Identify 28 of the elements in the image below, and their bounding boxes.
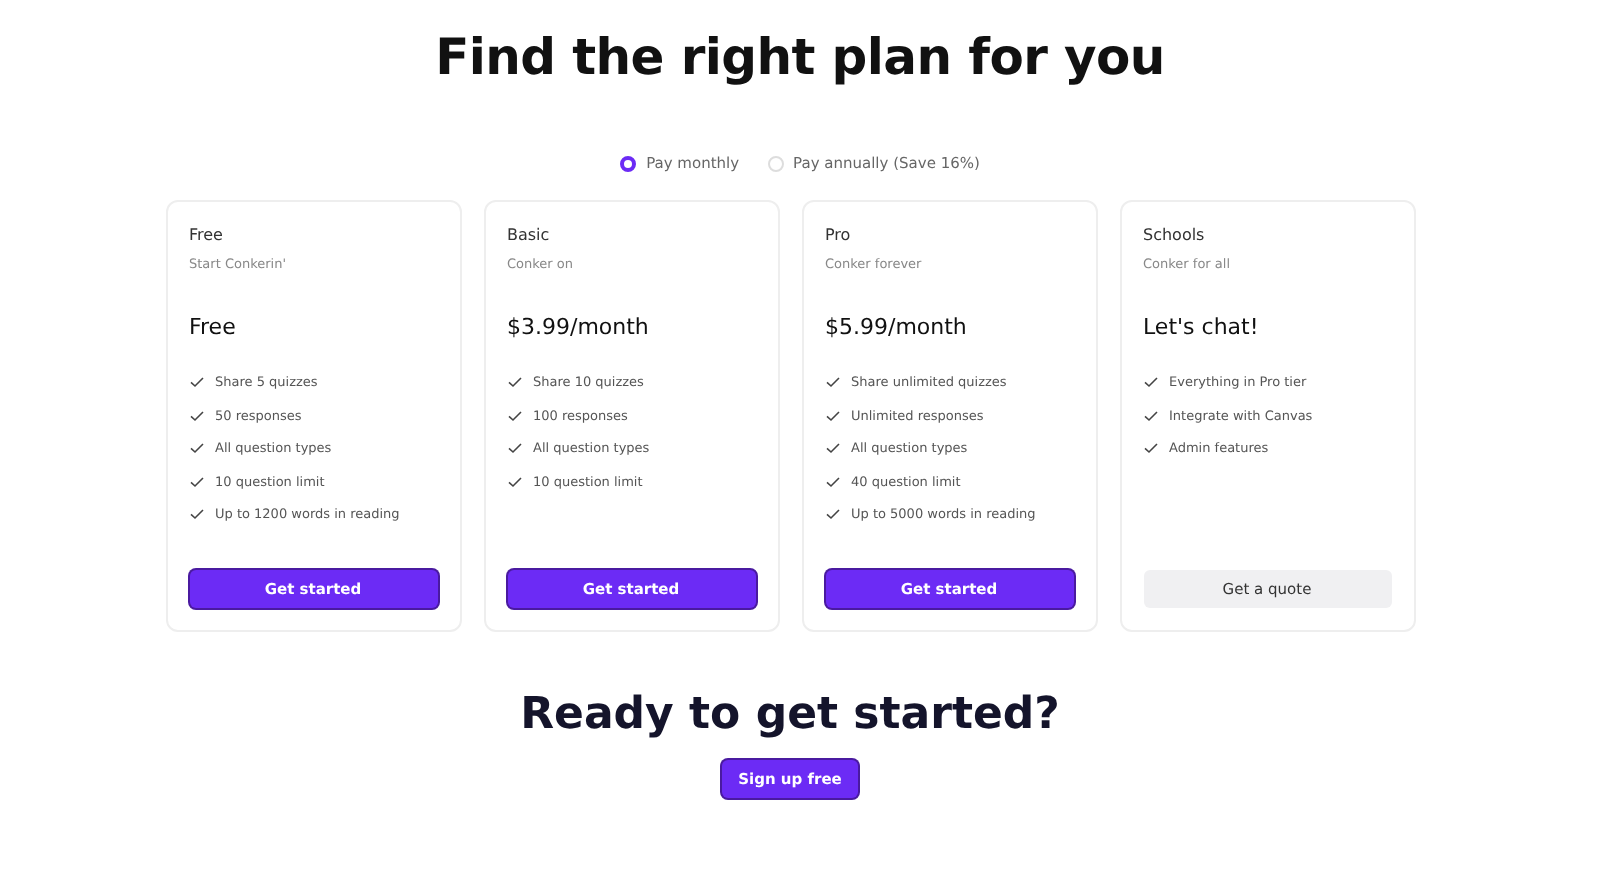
- check-icon: [825, 409, 839, 421]
- check-icon: [189, 508, 203, 520]
- check-icon: [507, 442, 521, 454]
- check-icon: [1143, 376, 1157, 388]
- check-icon: [507, 409, 521, 421]
- check-icon: [189, 475, 203, 487]
- check-icon: [1143, 442, 1157, 454]
- plan-name: Basic: [507, 226, 552, 244]
- radio-button[interactable]: [620, 155, 637, 171]
- page-heading: Find the right plan for you: [435, 28, 1165, 86]
- plan-price: Let's chat!: [1143, 314, 1261, 340]
- plan-name: Schools: [1143, 226, 1207, 244]
- check-icon: [825, 376, 839, 388]
- check-icon: [189, 442, 203, 454]
- check-icon: [507, 475, 521, 487]
- check-icon: [507, 376, 521, 388]
- cta-heading: Ready to get started?: [520, 690, 1060, 740]
- plan-price: $3.99/month: [507, 314, 651, 340]
- check-icon: [189, 376, 203, 388]
- check-icon: [1143, 409, 1157, 421]
- check-icon: [825, 508, 839, 520]
- check-icon: [825, 475, 839, 487]
- plan-price: Free: [189, 314, 238, 340]
- check-icon: [825, 442, 839, 454]
- plan-price: $5.99/month: [825, 314, 969, 340]
- plan-name: Free: [189, 226, 225, 244]
- plan-name: Pro: [825, 226, 853, 244]
- check-icon: [189, 409, 203, 421]
